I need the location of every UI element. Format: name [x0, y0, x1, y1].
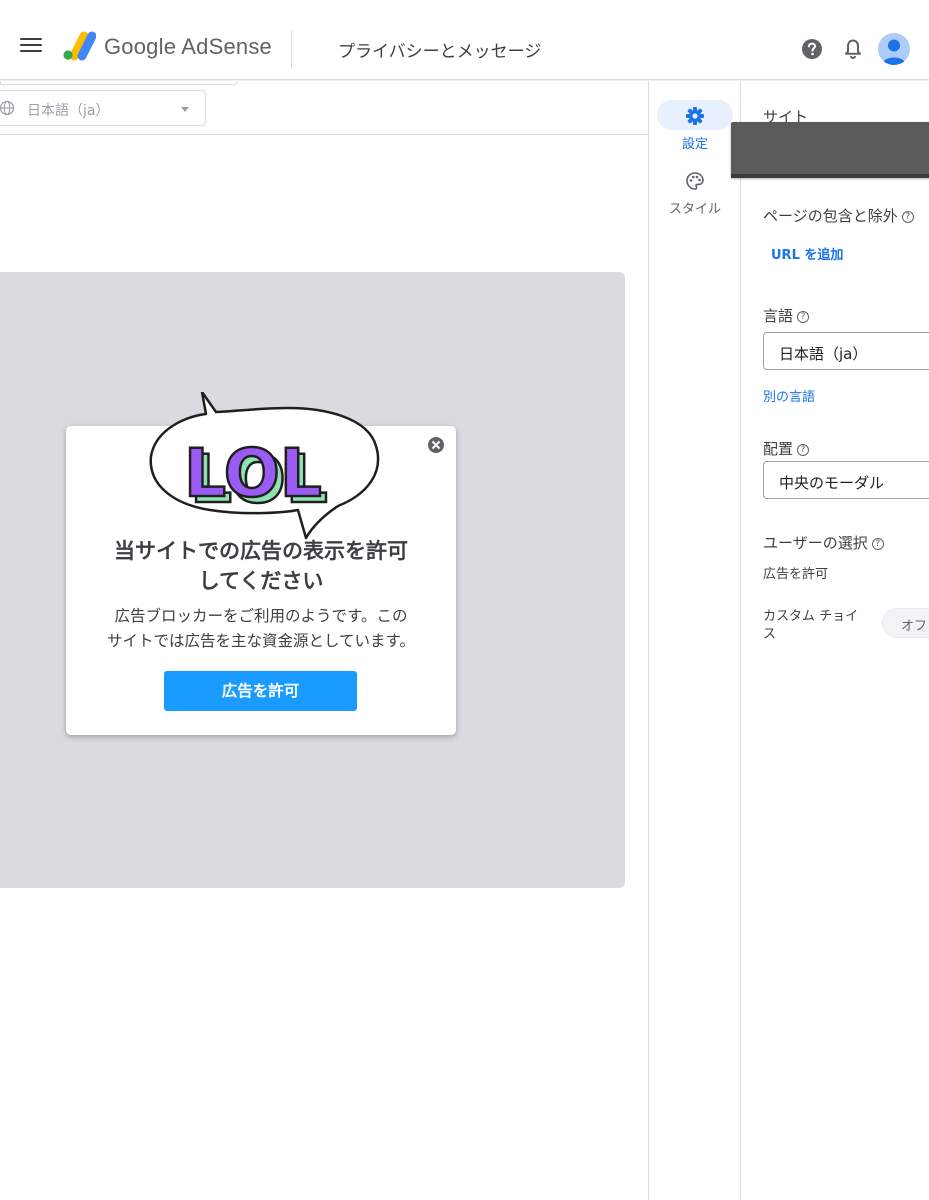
rail-item-settings[interactable]: 設定 [649, 100, 741, 152]
help-icon[interactable]: ? [797, 443, 810, 456]
brand-name[interactable]: Google AdSense [104, 34, 272, 60]
custom-choice-toggle-label: オフ [901, 619, 928, 634]
rail-item-style[interactable]: スタイル [649, 165, 741, 217]
language-label: 言語? [763, 305, 810, 326]
allow-ads-button[interactable]: 広告を許可 [164, 671, 357, 711]
message-headline: 当サイトでの広告の表示を許可 してください [66, 536, 456, 596]
lol-sticker-text: LOL [184, 435, 322, 512]
allow-ads-choice: 広告を許可 [763, 567, 829, 582]
add-url-link[interactable]: URL を追加 [771, 244, 843, 263]
help-icon[interactable]: ? [901, 210, 914, 223]
language-select[interactable]: 日本語（ja） [763, 332, 929, 370]
gear-icon [686, 107, 704, 125]
page-title: プライバシーとメッセージ [338, 42, 542, 62]
preview-canvas: 当サイトでの広告の表示を許可 してください 広告ブロッカーをご利用のようです。こ… [0, 272, 625, 888]
settings-nav-rail: 設定 スタイル [648, 81, 741, 1200]
preview-language-select[interactable]: 日本語（ja） [0, 90, 206, 126]
body-line: サイトでは広告を主な資金源としています。 [107, 632, 415, 650]
site-selector-redacted[interactable] [731, 122, 929, 178]
rail-item-label: 設定 [681, 137, 708, 152]
brand-product-text: AdSense [181, 34, 272, 59]
globe-icon [0, 100, 15, 116]
user-choice-label-text: ユーザーの選択 [763, 534, 868, 552]
custom-choice-line: ス [763, 627, 777, 642]
other-language-link[interactable]: 別の言語 [763, 386, 815, 405]
preview-language-value: 日本語（ja） [27, 103, 110, 119]
custom-choice-line: カスタム チョイ [763, 609, 859, 624]
headline-line: してください [198, 569, 324, 593]
help-icon[interactable] [801, 38, 823, 60]
toolbar-fragment [0, 81, 238, 85]
lol-sticker: LOL LOL [149, 392, 380, 540]
help-icon[interactable]: ? [797, 310, 810, 323]
user-choice-label: ユーザーの選択? [763, 532, 884, 553]
chevron-down-icon [181, 107, 189, 112]
close-icon[interactable] [428, 437, 444, 453]
settings-panel: サイト ページの包含と除外? URL を追加 言語? 日本語（ja） 別の言語 … [731, 81, 929, 1200]
bell-icon[interactable] [843, 38, 863, 60]
placement-select[interactable]: 中央のモーダル [763, 461, 929, 499]
help-icon[interactable]: ? [871, 537, 884, 550]
avatar[interactable] [878, 33, 910, 65]
account-icon [882, 39, 906, 65]
palette-icon [686, 172, 704, 190]
page-inclusion-label-text: ページの包含と除外 [763, 207, 898, 225]
language-label-text: 言語 [763, 307, 794, 325]
top-app-bar: Google AdSense プライバシーとメッセージ [0, 0, 929, 80]
custom-choice-toggle[interactable]: オフ [882, 608, 929, 638]
preview-divider [0, 134, 648, 135]
menu-icon[interactable] [20, 38, 42, 56]
brand-google-text: Google [104, 34, 177, 59]
language-select-value: 日本語（ja） [779, 345, 868, 363]
header-divider [291, 30, 292, 68]
message-preview-area: 日本語（ja） 当サイトでの広告の表示を許可 してください 広告ブロッカーをご利… [0, 81, 648, 1200]
custom-choice-label: カスタム チョイ ス [763, 608, 858, 644]
page-inclusion-label: ページの包含と除外? [763, 205, 914, 226]
message-body: 広告ブロッカーをご利用のようです。この サイトでは広告を主な資金源としています。 [86, 604, 436, 654]
placement-select-value: 中央のモーダル [779, 474, 885, 492]
adsense-logo-icon [63, 31, 96, 61]
placement-label: 配置? [763, 438, 810, 459]
body-line: 広告ブロッカーをご利用のようです。この [114, 607, 408, 625]
rail-item-label: スタイル [668, 202, 721, 217]
adsense-app: Google AdSense プライバシーとメッセージ 日本語（ja） 当サイト… [0, 0, 929, 1200]
placement-label-text: 配置 [763, 440, 794, 458]
